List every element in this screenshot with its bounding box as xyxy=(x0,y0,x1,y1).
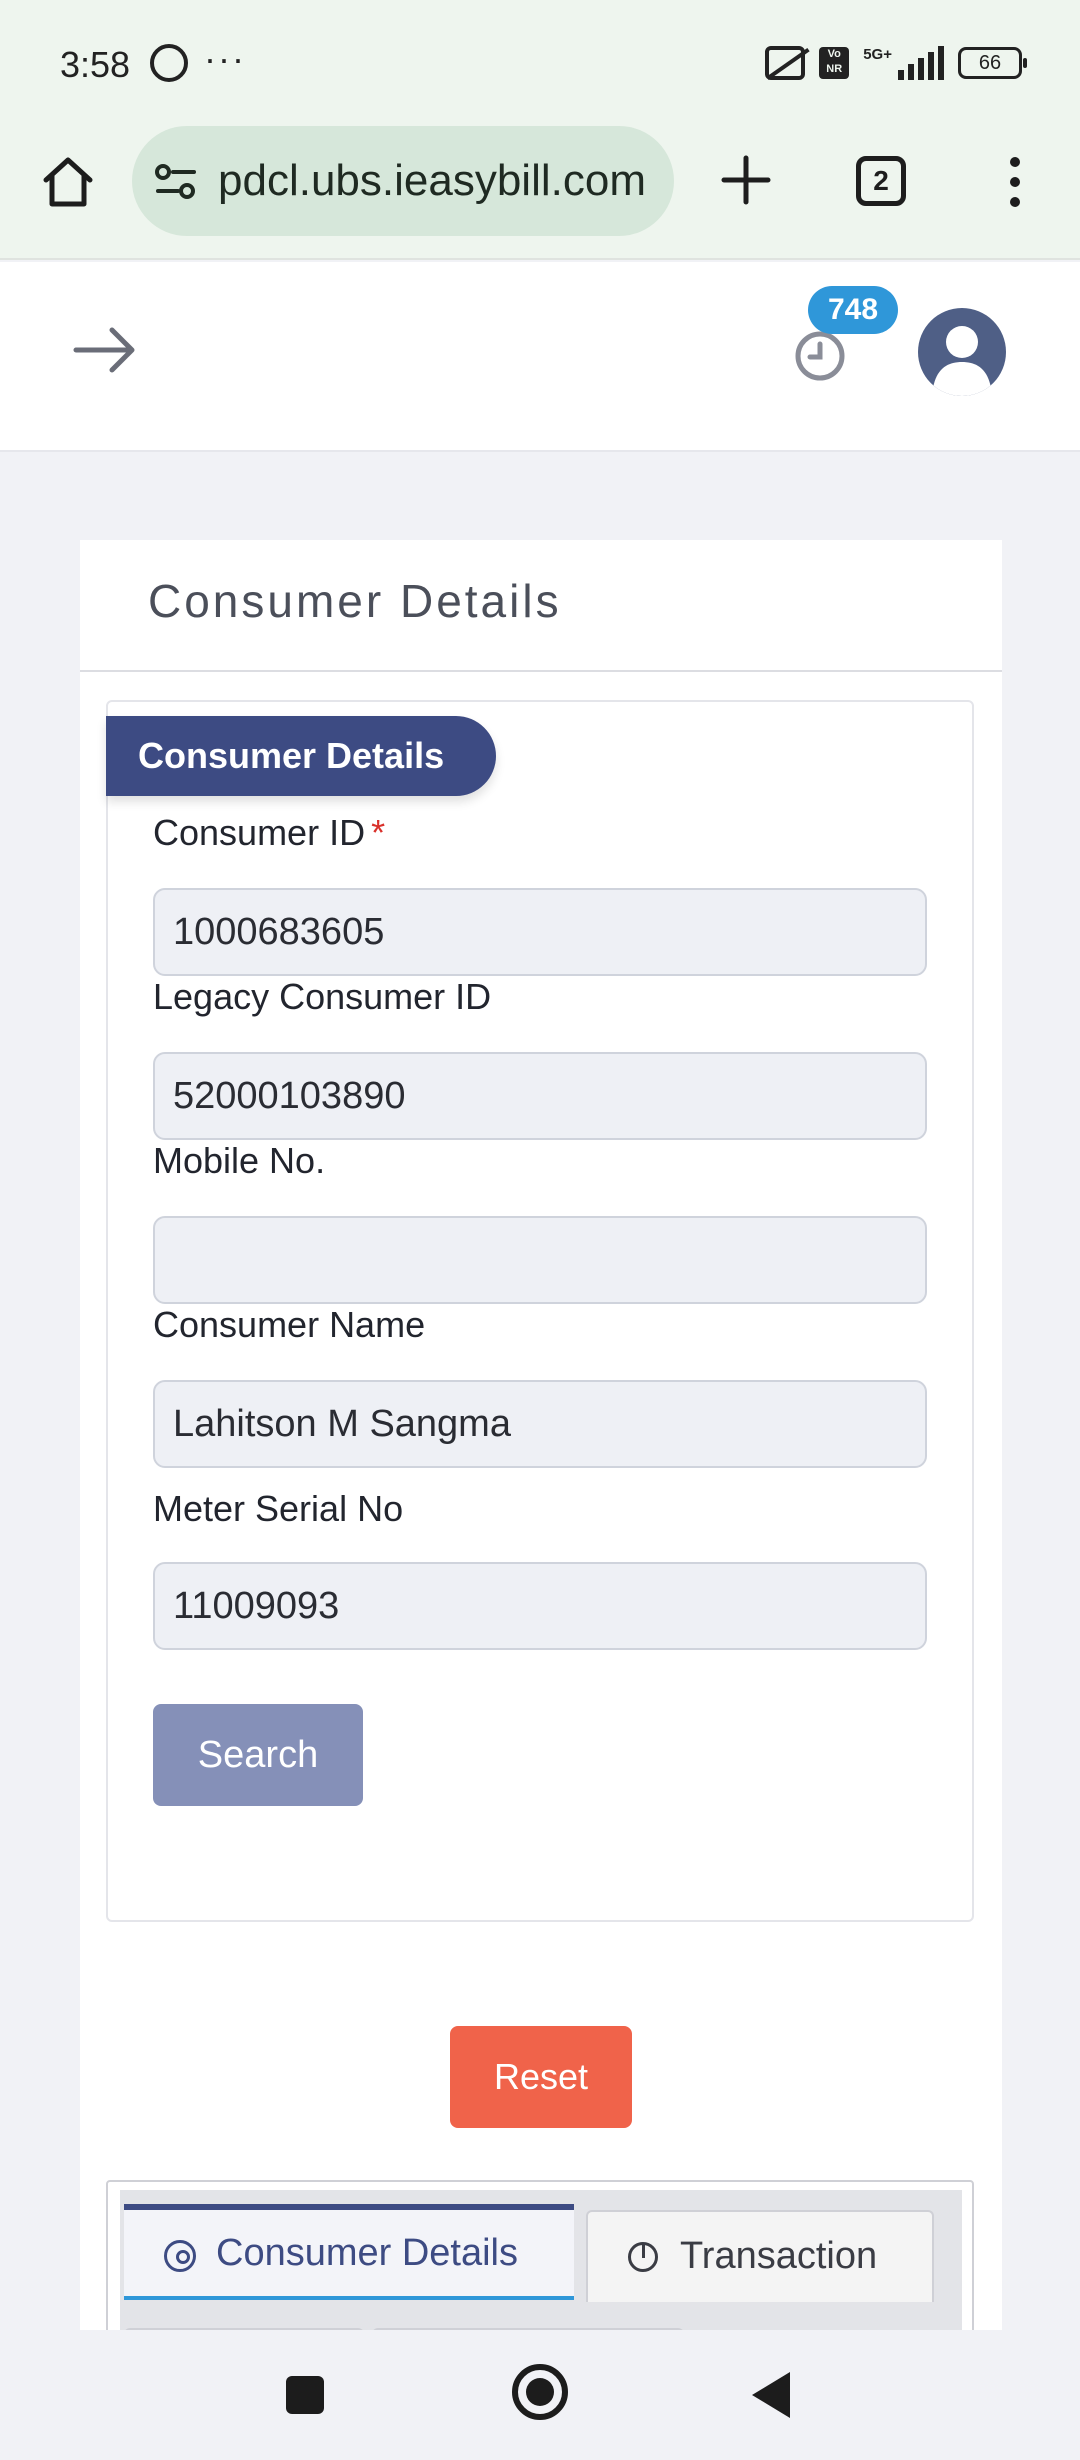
recents-icon[interactable] xyxy=(286,2376,324,2414)
consumer-details-card: Consumer Details Consumer Details Consum… xyxy=(80,540,1002,2368)
vibrate-off-icon xyxy=(765,46,806,80)
page-title: Consumer Details xyxy=(148,575,562,627)
new-tab-icon[interactable] xyxy=(718,152,774,208)
status-time: 3:58 xyxy=(60,44,131,85)
legacy-consumer-id-field[interactable]: 52000103890 xyxy=(153,1052,927,1140)
browser-chrome: 3:58 ··· Vo NR 5G+ 66 pdcl.ubs.ieasybill… xyxy=(0,0,1080,260)
user-silhouette-icon xyxy=(932,326,992,396)
more-notifications-icon: ··· xyxy=(204,38,246,79)
section-legend: Consumer Details xyxy=(106,716,496,796)
system-navigation-bar xyxy=(0,2330,1080,2460)
app-header: 748 xyxy=(0,262,1080,452)
notification-count-badge: 748 xyxy=(808,286,898,334)
home-circle-icon[interactable] xyxy=(512,2364,568,2420)
tab-switcher-button[interactable]: 2 xyxy=(856,156,906,206)
tab-consumer-details[interactable]: Consumer Details xyxy=(124,2204,574,2300)
mobile-no-field[interactable] xyxy=(153,1216,927,1304)
status-icons: Vo NR 5G+ 66 xyxy=(765,46,1027,80)
home-icon[interactable] xyxy=(40,154,96,210)
consumer-name-field[interactable]: Lahitson M Sangma xyxy=(153,1380,927,1468)
reset-button[interactable]: Reset xyxy=(450,2026,632,2128)
battery-icon: 66 xyxy=(958,47,1027,79)
required-mark: * xyxy=(371,812,386,853)
tab-consumer-details-label: Consumer Details xyxy=(216,2232,518,2274)
legacy-consumer-id-label: Legacy Consumer ID xyxy=(153,976,492,1017)
url-text[interactable]: pdcl.ubs.ieasybill.com xyxy=(218,156,658,206)
site-settings-icon[interactable] xyxy=(154,162,198,202)
search-button[interactable]: Search xyxy=(153,1704,363,1806)
whatsapp-icon xyxy=(150,44,188,82)
consumer-id-field[interactable]: 1000683605 xyxy=(153,888,927,976)
consumer-id-label-text: Consumer ID xyxy=(153,812,366,853)
pie-chart-icon xyxy=(628,2242,658,2272)
status-bar: 3:58 ··· Vo NR 5G+ 66 xyxy=(0,0,1080,128)
network-type-label: 5G+ xyxy=(863,46,892,63)
tab-transaction-label: Transaction xyxy=(680,2235,878,2277)
target-icon xyxy=(164,2240,196,2272)
signal-icon xyxy=(898,46,944,80)
title-divider xyxy=(80,670,1002,672)
back-triangle-icon[interactable] xyxy=(752,2372,790,2418)
more-menu-icon[interactable] xyxy=(1000,154,1030,210)
browser-toolbar: pdcl.ubs.ieasybill.com 2 xyxy=(0,124,1080,240)
address-bar[interactable]: pdcl.ubs.ieasybill.com xyxy=(132,126,674,236)
clock-icon xyxy=(795,331,845,381)
consumer-id-label: Consumer ID * xyxy=(153,812,385,854)
sidebar-toggle-arrow-icon[interactable] xyxy=(72,324,138,376)
tab-transaction[interactable]: Transaction xyxy=(586,2210,934,2302)
mobile-no-label: Mobile No. xyxy=(153,1140,326,1181)
meter-serial-no-field[interactable]: 11009093 xyxy=(153,1562,927,1650)
avatar[interactable] xyxy=(918,308,1006,396)
consumer-name-label: Consumer Name xyxy=(153,1304,426,1345)
meter-serial-no-label: Meter Serial No xyxy=(153,1488,404,1529)
volte-icon: Vo NR xyxy=(819,47,850,79)
